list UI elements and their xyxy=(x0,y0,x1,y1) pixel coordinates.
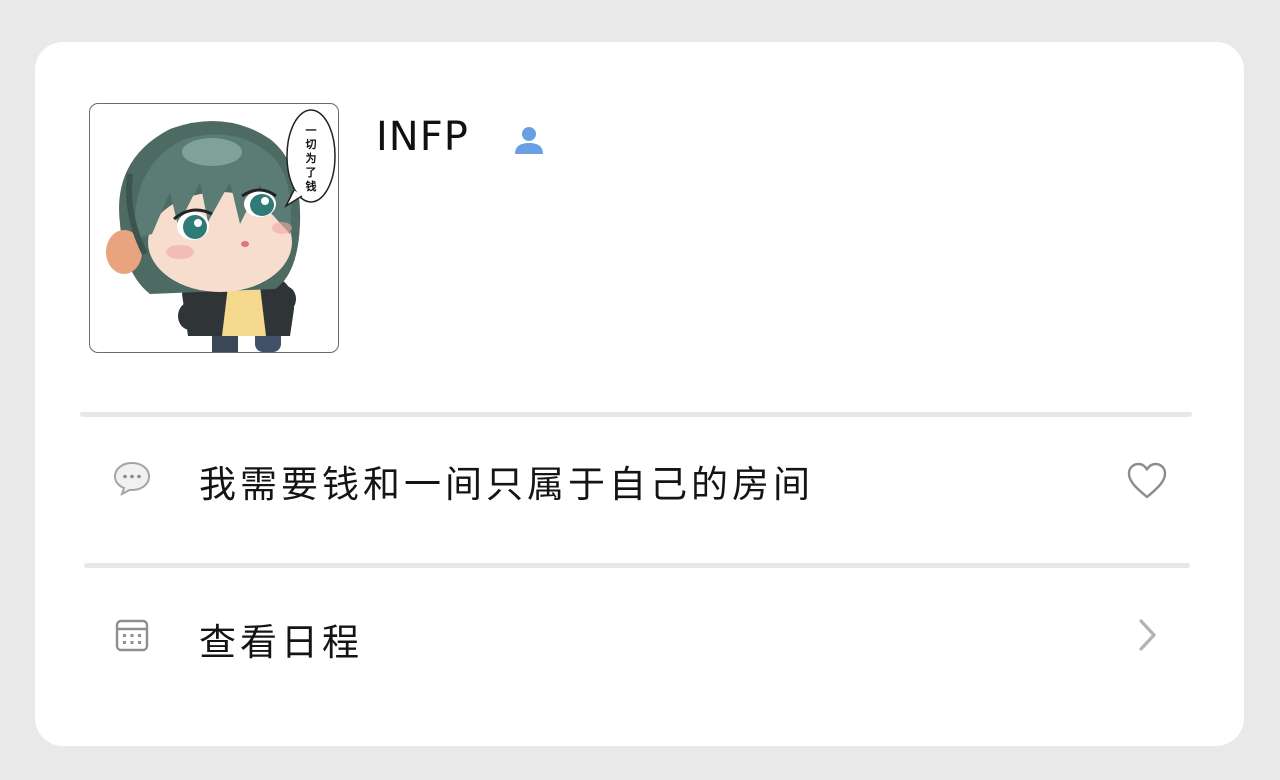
avatar[interactable]: 一切为了钱 xyxy=(89,103,339,353)
chat-bubble-icon xyxy=(113,461,151,497)
username: INFP xyxy=(376,114,469,160)
calendar-icon xyxy=(115,619,149,652)
divider xyxy=(84,563,1190,568)
schedule-row[interactable]: 查看日程 xyxy=(35,585,1244,685)
chevron-right-icon[interactable] xyxy=(1132,615,1162,655)
divider xyxy=(80,412,1192,417)
schedule-label: 查看日程 xyxy=(199,621,363,664)
signature-text: 我需要钱和一间只属于自己的房间 xyxy=(199,463,814,506)
avatar-caption: 一切为了钱 xyxy=(305,124,317,193)
profile-card: 一切为了钱 INFP 我需要钱和一间只属于自己的房间 查看日程 xyxy=(35,42,1244,746)
avatar-illustration xyxy=(106,109,336,352)
heart-outline-icon[interactable] xyxy=(1125,459,1169,503)
person-icon xyxy=(515,127,543,154)
signature-row[interactable]: 我需要钱和一间只属于自己的房间 xyxy=(35,430,1244,530)
